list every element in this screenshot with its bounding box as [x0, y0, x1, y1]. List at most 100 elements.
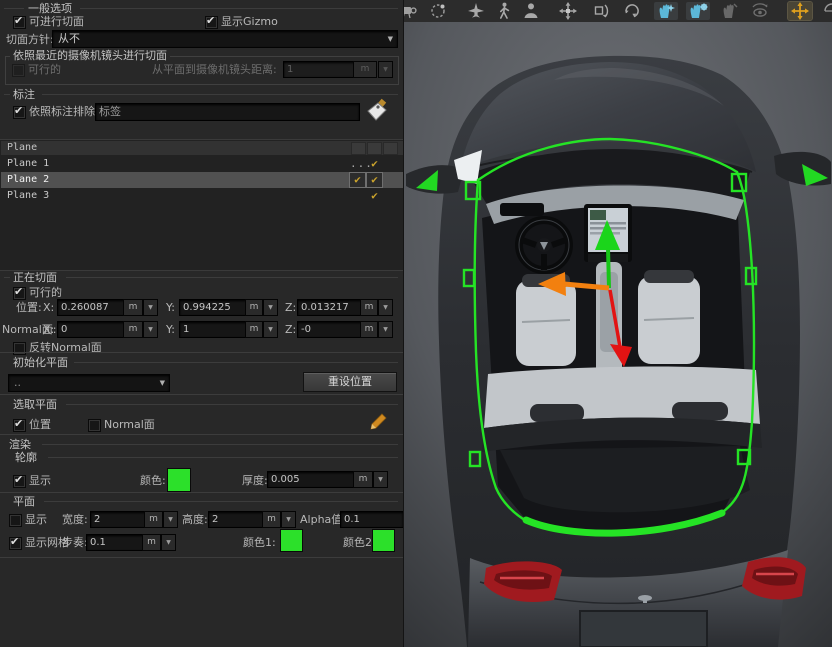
- show-gizmo-checkbox[interactable]: [205, 16, 218, 29]
- car-viewport-illustration: [404, 22, 832, 647]
- separator: [0, 394, 404, 395]
- nrm-z-unit[interactable]: m: [360, 321, 378, 338]
- walk-icon[interactable]: [494, 2, 514, 20]
- init-plane-title: 初始化平面: [10, 356, 71, 369]
- orbit-icon[interactable]: [428, 2, 448, 20]
- plane-show-checkbox[interactable]: [9, 514, 22, 527]
- plane-row-enabled-check[interactable]: ✔: [367, 173, 382, 187]
- init-plane-dropdown[interactable]: ..: [8, 374, 170, 392]
- hand-icon[interactable]: [720, 2, 740, 20]
- plane-height-unit-dropdown[interactable]: [281, 511, 296, 528]
- plane-height-unit[interactable]: m: [262, 511, 281, 528]
- outline-thickness-unit-dropdown[interactable]: [373, 471, 388, 488]
- tag-icon[interactable]: [360, 98, 390, 126]
- 3d-viewport[interactable]: [404, 22, 832, 647]
- pos-y-input[interactable]: 0.994225: [179, 299, 249, 316]
- outline-thickness-input[interactable]: 0.005: [267, 471, 357, 488]
- invert-normal-checkbox[interactable]: [13, 342, 26, 355]
- clip-policy-label: 切面方针:: [6, 33, 54, 46]
- exclude-by-tag-checkbox[interactable]: [13, 106, 26, 119]
- plane-row[interactable]: Plane 3 ✔: [1, 188, 403, 204]
- plane-row[interactable]: Plane 1 ... ✔: [1, 156, 403, 172]
- plane-row-selected[interactable]: Plane 2 ✔ ✔: [1, 172, 403, 188]
- camera-distance-unit[interactable]: m: [353, 61, 377, 78]
- grid-step-unit-dropdown[interactable]: [161, 534, 176, 551]
- separator: [48, 457, 398, 458]
- pos-x-axis-label: X:: [43, 301, 54, 314]
- plane-height-label: 高度:: [182, 513, 208, 526]
- grid-step-label: 步奏:: [62, 536, 88, 549]
- grid-color1-swatch[interactable]: [280, 529, 303, 552]
- pos-x-input[interactable]: 0.260087: [57, 299, 127, 316]
- camera-clip-enable-checkbox[interactable]: [12, 64, 25, 77]
- nrm-z-axis-label: Z:: [285, 323, 296, 336]
- pick-normal-checkbox[interactable]: [88, 419, 101, 432]
- nrm-y-unit-dropdown[interactable]: [263, 321, 278, 338]
- pos-x-unit[interactable]: m: [123, 299, 143, 316]
- hand-settings-icon[interactable]: [686, 2, 710, 20]
- nrm-x-unit-dropdown[interactable]: [143, 321, 158, 338]
- pick-normal-label: Normal面: [104, 418, 155, 431]
- move-gizmo-icon[interactable]: [788, 2, 812, 20]
- plane-row-name: Plane 1: [7, 158, 49, 169]
- separator: [80, 8, 398, 9]
- nrm-z-unit-dropdown[interactable]: [378, 321, 393, 338]
- camera-distance-unit-dropdown[interactable]: [378, 61, 393, 78]
- plane-width-unit[interactable]: m: [144, 511, 163, 528]
- hand-teleport-icon[interactable]: [654, 2, 678, 20]
- nrm-y-axis-label: Y:: [166, 323, 175, 336]
- outline-subsection-title: 轮廓: [12, 451, 40, 464]
- pick-position-checkbox[interactable]: [13, 419, 26, 432]
- outline-thickness-unit[interactable]: m: [353, 471, 373, 488]
- nrm-z-input[interactable]: -0: [297, 321, 365, 338]
- pick-plane-title: 选取平面: [10, 398, 60, 411]
- plane-row-options[interactable]: ...: [350, 156, 365, 172]
- outline-show-checkbox[interactable]: [13, 475, 26, 488]
- grid-step-input[interactable]: 0.1: [86, 534, 146, 551]
- outline-color-swatch[interactable]: [167, 468, 191, 492]
- show-grid-checkbox[interactable]: [9, 537, 22, 550]
- camera-distance-input[interactable]: 1: [283, 61, 357, 78]
- fly-icon[interactable]: [466, 2, 486, 20]
- nrm-y-input[interactable]: 1: [179, 321, 249, 338]
- grid-color2-swatch[interactable]: [372, 529, 395, 552]
- pos-z-unit-dropdown[interactable]: [378, 299, 393, 316]
- plane-alpha-input[interactable]: 0.1: [340, 511, 404, 528]
- pick-pencil-icon[interactable]: [368, 412, 388, 432]
- plane-row-enabled-check[interactable]: ✔: [367, 188, 382, 204]
- reset-position-button[interactable]: 重设位置: [303, 372, 397, 392]
- plane-width-input[interactable]: 2: [90, 511, 148, 528]
- application-window: 一般选项 可进行切面 显示Gizmo 切面方针: 从不 依照最近的摄像机镜头进行…: [0, 0, 832, 647]
- pos-y-unit-dropdown[interactable]: [263, 299, 278, 316]
- pos-z-unit[interactable]: m: [360, 299, 378, 316]
- nrm-y-unit[interactable]: m: [245, 321, 263, 338]
- clip-policy-dropdown[interactable]: 从不: [52, 30, 398, 48]
- gizmo-y-axis[interactable]: [608, 248, 609, 288]
- enable-clipping-checkbox[interactable]: [13, 16, 26, 29]
- plane-list-header-cell: [383, 142, 398, 155]
- projector-camera-icon[interactable]: [404, 2, 418, 20]
- person-icon[interactable]: [521, 2, 541, 20]
- plane-row-active-check[interactable]: ✔: [350, 173, 365, 187]
- current-plane-enable-checkbox[interactable]: [13, 287, 26, 300]
- separator: [74, 362, 398, 363]
- rotate-view-icon[interactable]: [590, 2, 610, 20]
- separator: [0, 492, 404, 493]
- pos-z-input[interactable]: 0.013217: [297, 299, 365, 316]
- pos-y-unit[interactable]: m: [245, 299, 263, 316]
- eye-orbit-icon[interactable]: [750, 2, 770, 20]
- plane-list-header-cell: [367, 142, 382, 155]
- pos-x-unit-dropdown[interactable]: [143, 299, 158, 316]
- nrm-x-unit[interactable]: m: [123, 321, 143, 338]
- clipped-icon[interactable]: [822, 2, 832, 20]
- nrm-x-input[interactable]: 0: [57, 321, 127, 338]
- grid-step-unit[interactable]: m: [142, 534, 161, 551]
- render-section-title: 渲染: [6, 438, 34, 451]
- plane-height-input[interactable]: 2: [208, 511, 266, 528]
- tag-input[interactable]: 标签: [95, 103, 360, 121]
- orbit-rotate-icon[interactable]: [622, 2, 642, 20]
- pan-icon[interactable]: [558, 2, 578, 20]
- plane-row-enabled-check[interactable]: ✔: [367, 156, 382, 172]
- enable-clipping-label: 可进行切面: [29, 15, 84, 28]
- plane-width-unit-dropdown[interactable]: [163, 511, 178, 528]
